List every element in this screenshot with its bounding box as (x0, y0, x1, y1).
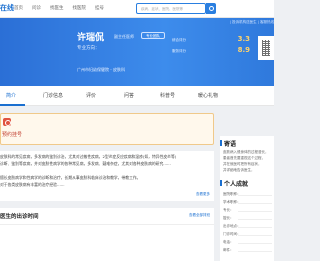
tab-qa[interactable]: 问答 (124, 92, 134, 99)
message-line: 皮肤病入侵身体的过程漫长， (223, 150, 269, 154)
message-line: 患者首先要重视这个过程， (223, 156, 265, 160)
info-value (238, 251, 272, 252)
intro-section: 皮肤科的常见疾病，多发病的鉴别诊治，尤其对过敏性疾病，2型炎症反应疾病和湿疹(如… (0, 151, 214, 201)
score-label-overall: 综合评分 (172, 38, 186, 42)
score-value-service: 8.9 (237, 46, 250, 54)
info-value (238, 211, 272, 212)
achievements-title: 个人成就 (224, 181, 249, 188)
info-value (238, 219, 272, 220)
team-badge[interactable]: 专业团队 (141, 32, 165, 39)
tab-intro[interactable]: 简介 (6, 92, 16, 99)
schedule-section: 医生的出诊时间 查看全部排班 (0, 208, 214, 261)
info-label: 擅长： (223, 216, 234, 220)
nav-links: 首页 问诊 找医生 找医院 挂号 (14, 5, 104, 11)
info-label: 专长： (223, 208, 234, 212)
info-value (238, 203, 272, 204)
profile-tabs: 简介 门诊信息 评价 问答 科普号 暖心礼物 (0, 86, 274, 106)
doctor-title: 副主任医师 (114, 34, 134, 39)
clock-icon (3, 118, 11, 126)
info-value (238, 243, 272, 244)
nav-link-register[interactable]: 挂号 (95, 5, 104, 11)
nav-link-consult[interactable]: 问诊 (32, 5, 41, 11)
divider (0, 224, 214, 225)
info-value (238, 235, 272, 236)
intro-line: 诊断、鉴别等疾病，并对皮肤性病学的各种常见病，多发病、疑难杂症，尤其对各种皮肤病… (0, 161, 171, 166)
qr-code-image (258, 36, 274, 60)
tab-gifts[interactable]: 暖心礼物 (198, 92, 218, 99)
nav-link-find-doctor[interactable]: 找医生 (50, 5, 64, 11)
intro-line: 对于各类皮肤病有丰富的治疗经验…… (0, 182, 65, 187)
tab-science[interactable]: 科普号 (160, 92, 175, 99)
top-nav: 在线 首页 问诊 找医生 找医院 挂号 疾病、症状、医院、医院等 (0, 0, 274, 18)
score-value-overall: 3.3 (237, 35, 250, 43)
doctor-name: 许瑞侃 (77, 33, 105, 43)
doctor-profile-page: 在线 首页 问诊 找医生 找医院 挂号 疾病、症状、医院、医院等 | 投诉机构送… (0, 0, 274, 261)
schedule-title: 医生的出诊时间 (0, 214, 39, 220)
active-tab-indicator (0, 104, 25, 106)
score-panel: 综合评分 3.3 服务评分 8.9 (172, 22, 252, 82)
info-label: 邮件： (223, 248, 234, 252)
tab-reviews[interactable]: 评价 (86, 92, 96, 99)
nav-link-home[interactable]: 首页 (14, 5, 23, 11)
section-accent (220, 140, 222, 146)
intro-more-link[interactable]: 查看更多 (196, 192, 210, 197)
message-line: 并在就医时把所有症状， (223, 162, 262, 166)
tab-clinic-info[interactable]: 门诊信息 (43, 92, 63, 99)
search-button[interactable] (206, 3, 216, 14)
info-label: 电话： (223, 240, 234, 244)
nav-link-find-hospital[interactable]: 找医院 (73, 5, 87, 11)
info-value (238, 227, 272, 228)
search-input[interactable]: 疾病、症状、医院、医院等 (136, 3, 206, 14)
score-label-service: 服务评分 (172, 49, 186, 53)
message-title: 寄语 (224, 141, 237, 148)
site-logo[interactable]: 在线 (0, 3, 14, 13)
schedule-more-link[interactable]: 查看全部排班 (189, 213, 210, 218)
info-value (238, 195, 272, 196)
achievements-card: 个人成就 医院职称： 学术职称： 专长： 擅长： 出诊地点： 门诊时间： 电话：… (220, 176, 274, 261)
appointment-label: 预约挂号 (2, 132, 23, 138)
specialty-label: 专业方向： (77, 46, 100, 51)
intro-line: 皮肤科的常见疾病，多发病的鉴别诊治，尤其对过敏性疾病，2型炎症反应疾病和湿疹(如… (0, 154, 177, 159)
message-line: 并详细地告诉医生， (223, 168, 255, 172)
section-accent (220, 180, 222, 186)
intro-line: 擅长皮肤病学和性病学的诊断和治疗，长期从事皮肤科临床诊治和教学，带教工作。 (0, 175, 141, 180)
appointment-card[interactable]: 预约挂号 (0, 113, 214, 145)
hospital-dept[interactable]: 广州市妇幼保健院 - 皮肤科 (77, 67, 125, 73)
